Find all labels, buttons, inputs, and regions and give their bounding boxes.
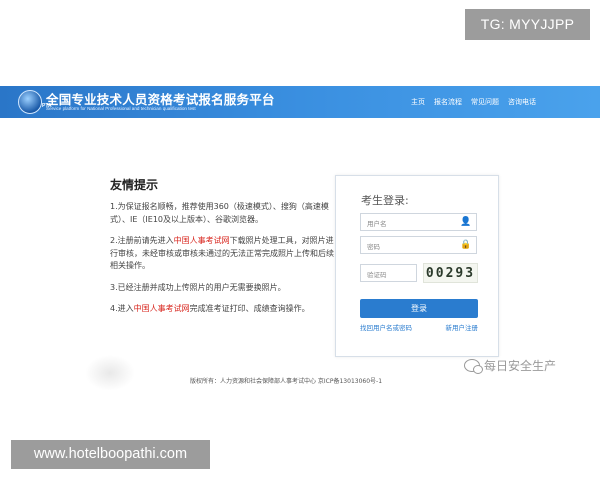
site-subtitle: Service platform for National Profession… bbox=[46, 106, 196, 111]
nav-home[interactable]: 主页 bbox=[411, 97, 425, 107]
cpta-link[interactable]: 中国人事考试网 bbox=[174, 236, 230, 245]
username-placeholder: 用户名 bbox=[367, 220, 387, 228]
tip-photo-tool-text-a: 2.注册前请先进入 bbox=[110, 236, 174, 245]
tip-registered-photo: 3.已经注册并成功上传照片的用户无需要换照片。 bbox=[110, 282, 286, 292]
forgot-credentials-link[interactable]: 找回用户名或密码 bbox=[360, 322, 412, 332]
cpta-link-2[interactable]: 中国人事考试网 bbox=[134, 304, 190, 313]
login-title: 考生登录: bbox=[361, 194, 409, 207]
tip-admission-ticket: 4.进入中国人事考试网完成准考证打印、成绩查询操作。 bbox=[110, 303, 335, 316]
tip-browser: 1.为保证报名顺畅，推荐使用360（极速模式）、搜狗（高速模式）、IE（IE10… bbox=[110, 202, 329, 224]
login-links: 找回用户名或密码 新用户注册 bbox=[360, 322, 478, 332]
password-placeholder: 密码 bbox=[367, 243, 380, 251]
tip-admission-text-a: 4.进入 bbox=[110, 304, 134, 313]
lock-icon: 🔒 bbox=[460, 240, 472, 250]
wechat-watermark: 每日安全生产 bbox=[464, 357, 556, 374]
login-button[interactable]: 登录 bbox=[360, 299, 478, 318]
nav-contact-phone[interactable]: 咨询电话 bbox=[508, 97, 536, 107]
nav-registration-process[interactable]: 报名流程 bbox=[434, 97, 462, 107]
image-artifact bbox=[85, 355, 135, 391]
footer-copyright: 版权所有：人力资源和社会保障部人事考试中心 京ICP备13013060号-1 bbox=[190, 378, 383, 385]
site-header: PTA 全国专业技术人员资格考试报名服务平台 Service platform … bbox=[0, 86, 600, 118]
captcha-field[interactable]: 验证码 bbox=[360, 264, 417, 282]
wechat-account-name: 每日安全生产 bbox=[484, 359, 557, 373]
tips-title: 友情提示 bbox=[110, 178, 159, 192]
login-panel: 考生登录: 用户名 👤 密码 🔒 验证码 00293 登录 找回用户名或密码 新… bbox=[335, 175, 499, 357]
website-watermark: www.hotelboopathi.com bbox=[11, 440, 210, 469]
nav-faq[interactable]: 常见问题 bbox=[471, 97, 499, 107]
password-field[interactable]: 密码 🔒 bbox=[360, 236, 477, 254]
friendly-tips-panel: 友情提示 1.为保证报名顺畅，推荐使用360（极速模式）、搜狗（高速模式）、IE… bbox=[110, 176, 335, 325]
top-nav: 主页 报名流程 常见问题 咨询电话 bbox=[411, 97, 536, 107]
username-field[interactable]: 用户名 👤 bbox=[360, 213, 477, 231]
captcha-image[interactable]: 00293 bbox=[423, 263, 478, 283]
tip-photo-tool: 2.注册前请先进入中国人事考试网下载照片处理工具，对照片进行审核，未经审核或审核… bbox=[110, 235, 335, 273]
user-icon: 👤 bbox=[460, 217, 472, 227]
wechat-icon bbox=[464, 359, 483, 374]
tg-badge: TG: MYYJJPP bbox=[465, 9, 590, 40]
register-link[interactable]: 新用户注册 bbox=[446, 322, 479, 332]
tip-admission-text-b: 完成准考证打印、成绩查询操作。 bbox=[189, 304, 310, 313]
pta-logo-icon: PTA bbox=[18, 90, 52, 114]
captcha-placeholder: 验证码 bbox=[367, 271, 387, 279]
